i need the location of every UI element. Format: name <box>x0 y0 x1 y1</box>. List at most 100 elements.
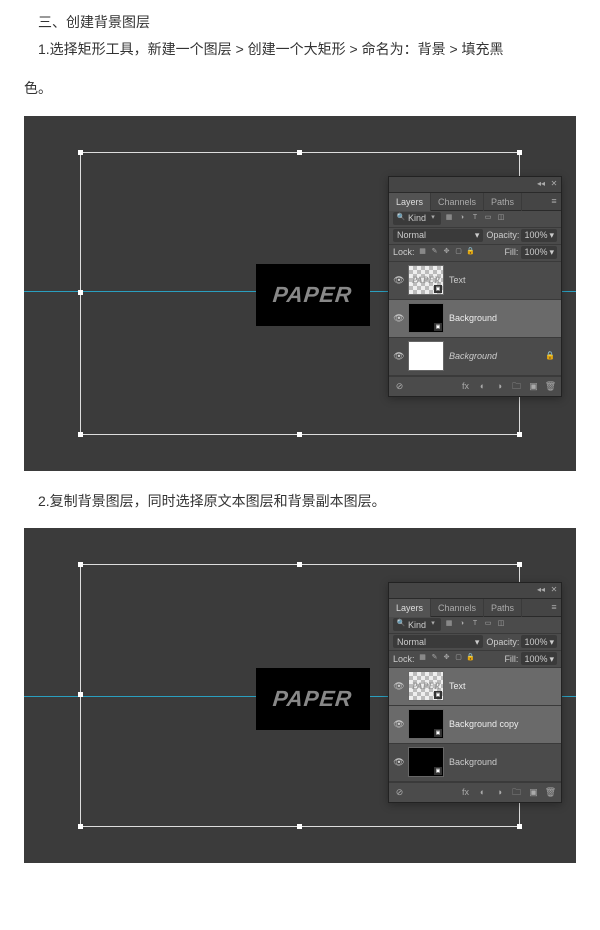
new-layer-icon[interactable]: ▣ <box>527 380 540 393</box>
lock-position-icon[interactable]: ✥ <box>442 654 452 664</box>
opacity-value-dropdown[interactable]: 100%▾ <box>521 229 557 242</box>
layers-panel: ◂◂ ✕ Layers Channels Paths ≡ 🔍 Kind ▾ ▦ … <box>388 176 562 397</box>
tab-layers[interactable]: Layers <box>389 193 431 211</box>
fill-value-dropdown[interactable]: 100%▾ <box>521 246 557 259</box>
fill-value-dropdown[interactable]: 100%▾ <box>521 652 557 665</box>
layer-name[interactable]: Background copy <box>447 716 557 732</box>
chevron-down-icon: ▾ <box>549 227 554 243</box>
section-heading: 三、创建背景图层 <box>24 10 576 35</box>
collapse-icon[interactable]: ◂◂ <box>536 179 546 189</box>
resize-handle[interactable] <box>517 150 522 155</box>
resize-handle[interactable] <box>78 824 83 829</box>
visibility-toggle[interactable]: 👁 <box>393 678 405 694</box>
resize-handle[interactable] <box>297 824 302 829</box>
step-2-text: 2.复制背景图层，同时选择原文本图层和背景副本图层。 <box>24 489 576 514</box>
layer-row-background-copy[interactable]: 👁 ▣ Background copy <box>389 706 561 744</box>
close-icon[interactable]: ✕ <box>549 179 559 189</box>
resize-handle[interactable] <box>78 562 83 567</box>
lock-brush-icon[interactable]: ✎ <box>430 248 440 258</box>
link-layers-icon[interactable]: ⊘ <box>393 786 406 799</box>
layer-name[interactable]: Background <box>447 348 542 364</box>
delete-layer-icon[interactable]: 🗑 <box>544 380 557 393</box>
filter-type-icon[interactable]: T <box>470 620 480 630</box>
resize-handle[interactable] <box>517 562 522 567</box>
layer-row-background[interactable]: 👁 ▣ Background <box>389 744 561 782</box>
lock-position-icon[interactable]: ✥ <box>442 248 452 258</box>
panel-menu-icon[interactable]: ≡ <box>547 193 561 210</box>
filter-image-icon[interactable]: ▦ <box>444 214 454 224</box>
layer-style-icon[interactable]: fx <box>459 786 472 799</box>
filter-type-icon[interactable]: T <box>470 214 480 224</box>
opacity-value-dropdown[interactable]: 100%▾ <box>521 635 557 648</box>
lock-label: Lock: <box>393 651 415 667</box>
collapse-icon[interactable]: ◂◂ <box>536 585 546 595</box>
filter-shape-icon[interactable]: ▭ <box>483 620 493 630</box>
chevron-down-icon: ▾ <box>475 634 480 650</box>
layer-row-bg-locked[interactable]: 👁 Background 🔒 <box>389 338 561 376</box>
add-mask-icon[interactable]: ◐ <box>476 786 489 799</box>
resize-handle[interactable] <box>297 562 302 567</box>
panel-menu-icon[interactable]: ≡ <box>547 599 561 616</box>
filter-image-icon[interactable]: ▦ <box>444 620 454 630</box>
layer-name[interactable]: Background <box>447 310 557 326</box>
tab-layers[interactable]: Layers <box>389 599 431 617</box>
tab-channels[interactable]: Channels <box>431 193 484 211</box>
visibility-toggle[interactable]: 👁 <box>393 310 405 326</box>
adjustment-layer-icon[interactable]: ◑ <box>493 380 506 393</box>
layer-row-text[interactable]: 👁 PAPER ▣ Text <box>389 262 561 300</box>
lock-all-icon[interactable]: 🔒 <box>466 654 476 664</box>
filter-smart-icon[interactable]: ◫ <box>496 214 506 224</box>
paper-text: PAPER <box>271 275 354 315</box>
layer-name[interactable]: Background <box>447 754 557 770</box>
canvas-preview: PAPER <box>256 668 370 730</box>
resize-handle[interactable] <box>78 290 83 295</box>
add-mask-icon[interactable]: ◐ <box>476 380 489 393</box>
kind-filter-dropdown[interactable]: 🔍 Kind ▾ <box>393 212 441 225</box>
blend-mode-row: Normal ▾ Opacity: 100%▾ <box>389 228 561 245</box>
layer-name[interactable]: Text <box>447 272 557 288</box>
close-icon[interactable]: ✕ <box>549 585 559 595</box>
delete-layer-icon[interactable]: 🗑 <box>544 786 557 799</box>
filter-smart-icon[interactable]: ◫ <box>496 620 506 630</box>
link-layers-icon[interactable]: ⊘ <box>393 380 406 393</box>
lock-artboard-icon[interactable]: ▢ <box>454 248 464 258</box>
layer-style-icon[interactable]: fx <box>459 380 472 393</box>
new-layer-icon[interactable]: ▣ <box>527 786 540 799</box>
layer-row-text[interactable]: 👁 PAPER ▣ Text <box>389 668 561 706</box>
lock-brush-icon[interactable]: ✎ <box>430 654 440 664</box>
new-group-icon[interactable]: 🗀 <box>510 380 523 393</box>
resize-handle[interactable] <box>297 432 302 437</box>
filter-shape-icon[interactable]: ▭ <box>483 214 493 224</box>
resize-handle[interactable] <box>78 150 83 155</box>
tab-channels[interactable]: Channels <box>431 599 484 617</box>
shape-badge-icon: ▣ <box>434 767 442 775</box>
resize-handle[interactable] <box>517 432 522 437</box>
resize-handle[interactable] <box>78 692 83 697</box>
canvas-preview: PAPER <box>256 264 370 326</box>
new-group-icon[interactable]: 🗀 <box>510 786 523 799</box>
blend-mode-dropdown[interactable]: Normal ▾ <box>393 635 483 648</box>
tab-paths[interactable]: Paths <box>484 599 522 617</box>
lock-artboard-icon[interactable]: ▢ <box>454 654 464 664</box>
layer-row-background[interactable]: 👁 ▣ Background <box>389 300 561 338</box>
visibility-toggle[interactable]: 👁 <box>393 348 405 364</box>
resize-handle[interactable] <box>297 150 302 155</box>
filter-adjust-icon[interactable]: ◑ <box>457 214 467 224</box>
visibility-toggle[interactable]: 👁 <box>393 716 405 732</box>
blend-mode-dropdown[interactable]: Normal ▾ <box>393 229 483 242</box>
filter-adjust-icon[interactable]: ◑ <box>457 620 467 630</box>
visibility-toggle[interactable]: 👁 <box>393 272 405 288</box>
adjustment-layer-icon[interactable]: ◑ <box>493 786 506 799</box>
resize-handle[interactable] <box>517 824 522 829</box>
filter-row: 🔍 Kind ▾ ▦ ◑ T ▭ ◫ <box>389 617 561 634</box>
blend-mode-row: Normal ▾ Opacity: 100%▾ <box>389 634 561 651</box>
lock-all-icon[interactable]: 🔒 <box>466 248 476 258</box>
visibility-toggle[interactable]: 👁 <box>393 754 405 770</box>
resize-handle[interactable] <box>78 432 83 437</box>
lock-pixels-icon[interactable]: ▦ <box>418 654 428 664</box>
layer-thumbnail: ▣ <box>408 747 444 777</box>
kind-filter-dropdown[interactable]: 🔍 Kind ▾ <box>393 618 441 631</box>
tab-paths[interactable]: Paths <box>484 193 522 211</box>
layer-name[interactable]: Text <box>447 678 557 694</box>
lock-pixels-icon[interactable]: ▦ <box>418 248 428 258</box>
